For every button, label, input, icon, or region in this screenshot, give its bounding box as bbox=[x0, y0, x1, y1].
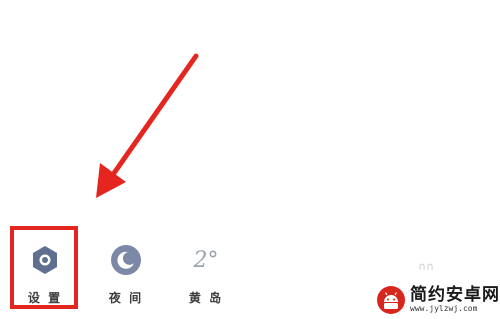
night-mode-button[interactable]: 夜 间 bbox=[96, 243, 156, 313]
stray-mark: ∩∩ bbox=[418, 260, 435, 273]
weather-button[interactable]: 2° 黄 岛 bbox=[176, 243, 236, 313]
moon-icon bbox=[109, 243, 143, 277]
weather-city-label: 黄 岛 bbox=[188, 291, 224, 305]
weather-temperature: 2° bbox=[189, 243, 223, 277]
settings-highlight-box bbox=[10, 226, 78, 309]
watermark: 简约安卓网 www.jylzwj.com bbox=[376, 282, 500, 318]
night-mode-label: 夜 间 bbox=[108, 291, 144, 305]
watermark-title: 简约安卓网 bbox=[410, 285, 500, 305]
watermark-url: www.jylzwj.com bbox=[410, 304, 478, 313]
android-logo-icon bbox=[377, 286, 405, 314]
screen: 设 置 夜 间 2° 黄 岛 ∩∩ 简约安卓网 www.jylzwj.com bbox=[0, 0, 500, 319]
temperature-text: 2° bbox=[193, 247, 219, 273]
